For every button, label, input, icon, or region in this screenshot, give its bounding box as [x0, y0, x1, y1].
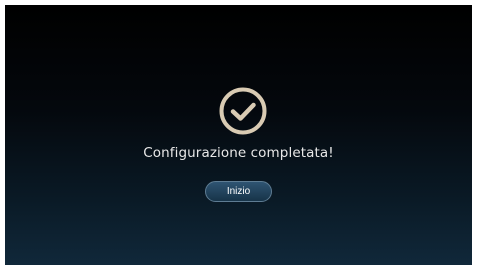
- completion-message: Configurazione completata!: [143, 145, 334, 161]
- setup-complete-screen: Configurazione completata! Inizio: [5, 5, 472, 265]
- start-button[interactable]: Inizio: [205, 181, 272, 202]
- check-circle-icon: [218, 86, 268, 136]
